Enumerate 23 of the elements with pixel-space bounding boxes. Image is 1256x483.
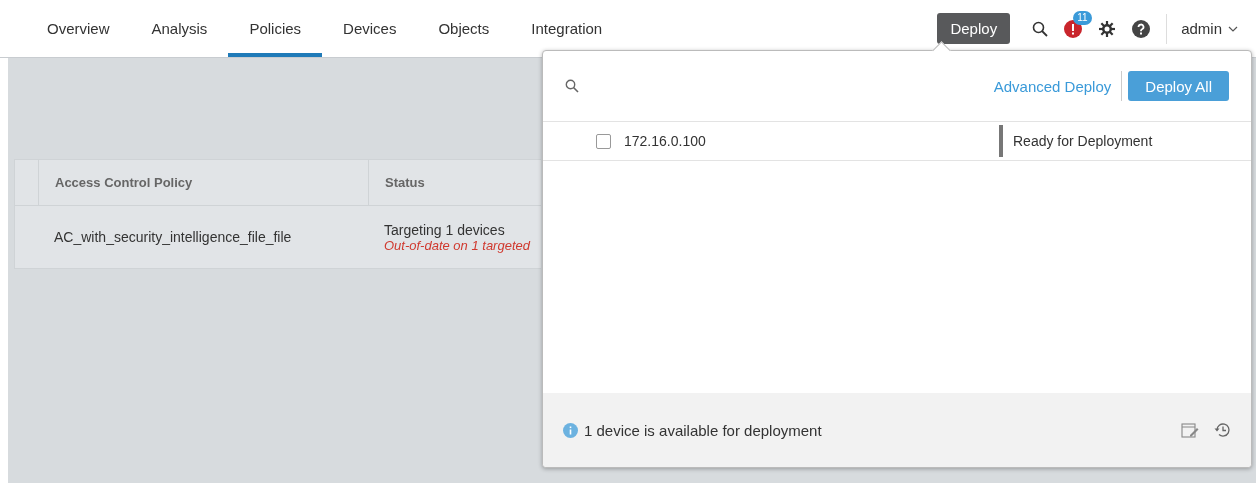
chevron-icon <box>1228 25 1238 32</box>
settings-icon[interactable] <box>1098 19 1117 38</box>
user-menu[interactable]: admin <box>1181 20 1238 37</box>
footer-message: 1 device is available for deployment <box>584 421 822 439</box>
column-header: Access Control Policy <box>38 160 368 205</box>
status-detail: Out-of-date on 1 targeted <box>384 237 532 253</box>
device-checkbox[interactable] <box>596 133 611 149</box>
search-icon[interactable] <box>565 79 579 93</box>
device-name: 172.16.0.100 <box>624 133 707 149</box>
help-icon[interactable] <box>1132 19 1151 38</box>
nav-tab[interactable]: Devices <box>322 0 418 57</box>
status-text: Targeting 1 devices <box>384 221 506 238</box>
policy-name[interactable]: AC_with_security_intelligence_file_file <box>54 229 368 245</box>
notification-count: 11 <box>1073 10 1092 25</box>
nav-tab[interactable]: Overview <box>26 0 131 57</box>
history-icon[interactable] <box>1213 422 1231 438</box>
deploy-button[interactable]: Deploy <box>937 13 1011 44</box>
nav-tab[interactable]: Analysis <box>130 0 229 57</box>
info-icon <box>563 422 578 438</box>
device-status: Ready for Deployment <box>1013 133 1153 149</box>
nav-tab[interactable]: Objects <box>417 0 511 57</box>
search-icon[interactable] <box>1032 20 1049 37</box>
calendar-edit-icon[interactable] <box>1181 422 1199 438</box>
